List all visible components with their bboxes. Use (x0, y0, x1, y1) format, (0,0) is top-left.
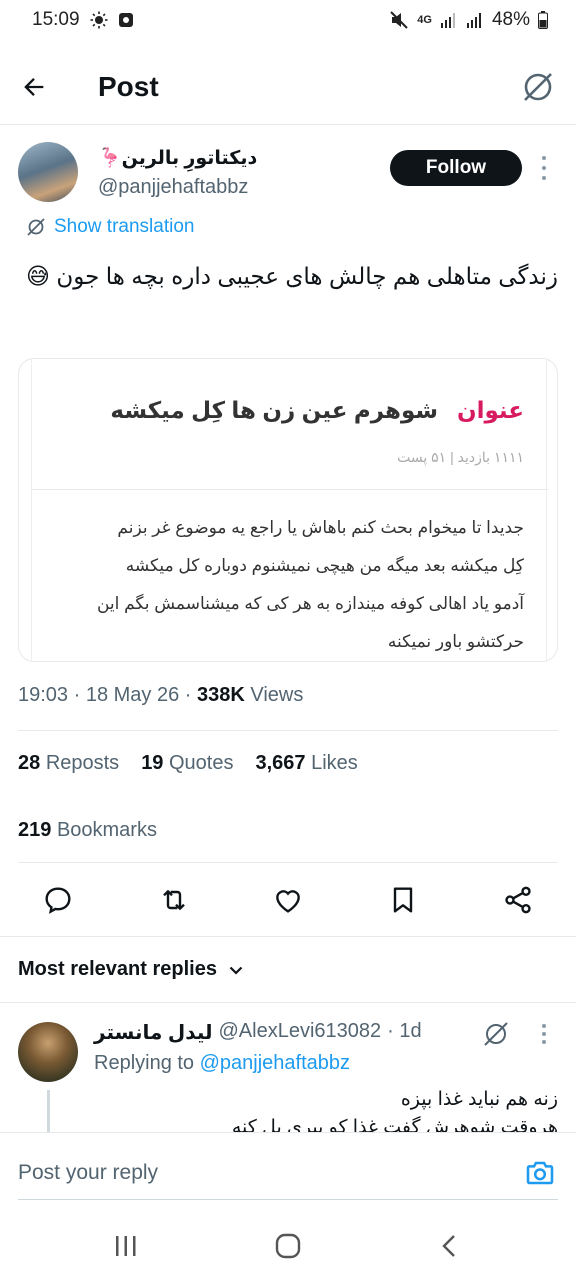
signal-icon (440, 13, 455, 28)
quote-body-line: حرکتشو باور نمیکنه (387, 632, 524, 651)
reply-header: لیدل مانستر @AlexLevi613082 · 1d (94, 1020, 422, 1045)
reply-composer[interactable]: Post your reply (0, 1132, 576, 1212)
status-bar: 15:09 4G 48% (0, 0, 576, 40)
post-author: دیکتاتورِ بالرین🦩 @panjjehaftabbz Follow (18, 142, 558, 212)
more-vertical-icon[interactable] (536, 156, 552, 180)
show-translation-label: Show translation (54, 216, 195, 237)
views-label: Views (244, 684, 304, 706)
signal-icon-2 (466, 13, 481, 28)
app-header: Post (0, 52, 576, 122)
bookmarks-count: 219 (18, 819, 52, 841)
timestamp-text: 19:03 · 18 May 26 · (18, 684, 197, 706)
reply-item[interactable]: لیدل مانستر @AlexLevi613082 · 1d Replyin… (18, 1018, 558, 1150)
stats-divider (18, 730, 558, 731)
likes-count: 3,667 (255, 752, 306, 774)
engagement-stats: 28 Reposts 19 Quotes 3,667 Likes (18, 752, 358, 775)
replies-divider (0, 1002, 576, 1003)
mute-icon (390, 11, 408, 29)
post-text: زندگی متاهلی هم چالش های عجیبی داره بچه … (25, 263, 558, 289)
home-icon[interactable] (268, 1230, 308, 1262)
post-image[interactable]: عنوان شوهرم عین زن ها کِل میکشه ۱۱۱۱ باز… (18, 358, 558, 662)
quote-title: شوهرم عین زن ها کِل میکشه (110, 397, 438, 423)
reposts-label: Reposts (45, 752, 120, 774)
post-timestamp: 19:03 · 18 May 26 · 338K Views (18, 684, 303, 707)
quote-body-line: کِل میکشه بعد میگه من هیچی نمیشنوم دوبار… (125, 556, 524, 575)
quotes-stat[interactable]: 19 Quotes (141, 752, 233, 775)
reposts-count: 28 (18, 752, 41, 774)
avatar[interactable] (18, 1022, 78, 1082)
recent-apps-icon[interactable] (106, 1230, 146, 1262)
page-title: Post (98, 71, 159, 102)
more-vertical-icon[interactable] (536, 1024, 552, 1044)
quote-divider (32, 489, 548, 490)
quote-body-line: جدیدا تا میخوام بحث کنم باهاش یا راجع یه… (117, 518, 524, 537)
grok-icon (27, 218, 45, 236)
quote-meta: ۱۱۱۱ بازدید | ۵۱ پست (397, 449, 524, 465)
action-bar (0, 878, 576, 922)
battery-percent: 48% (491, 9, 530, 30)
avatar[interactable] (18, 142, 78, 202)
actions-top-divider (18, 862, 558, 863)
quote-body-line: آدمو یاد اهالی کوفه میندازه به هر کی که … (96, 594, 524, 613)
replying-handle[interactable]: @panjjehaftabbz (200, 1052, 350, 1074)
bookmark-icon[interactable] (387, 884, 419, 916)
quote-body: جدیدا تا میخوام بحث کنم باهاش یا راجع یه… (44, 509, 524, 661)
views-count: 338K (196, 684, 245, 706)
reply-age: · 1d (387, 1020, 422, 1042)
status-time: 15:09 (32, 9, 80, 30)
bookmarks-stats: 219 Bookmarks (18, 819, 157, 842)
grok-icon[interactable] (482, 1020, 510, 1048)
reply-icon[interactable] (42, 884, 74, 916)
arrow-left-icon[interactable] (20, 73, 48, 101)
replies-sort-label: Most relevant replies (18, 958, 217, 980)
actions-bottom-divider (0, 936, 576, 937)
camera-icon[interactable] (524, 1157, 556, 1189)
brightness-icon (90, 11, 108, 29)
reply-input[interactable]: Post your reply (18, 1161, 158, 1185)
bookmarks-stat[interactable]: 219 Bookmarks (18, 819, 157, 842)
grok-icon[interactable] (520, 69, 556, 105)
reply-author-name[interactable]: لیدل مانستر (94, 1020, 213, 1045)
screenshot-icon (118, 13, 133, 27)
follow-button[interactable]: Follow (390, 150, 522, 186)
quote-inner: عنوان شوهرم عین زن ها کِل میکشه ۱۱۱۱ باز… (31, 359, 548, 661)
share-icon[interactable] (502, 884, 534, 916)
author-name[interactable]: دیکتاتورِ بالرین🦩 (98, 146, 257, 170)
reposts-stat[interactable]: 28 Reposts (18, 752, 119, 775)
likes-stat[interactable]: 3,667 Likes (255, 752, 357, 775)
reply-author-handle[interactable]: @AlexLevi613082 (219, 1020, 382, 1045)
show-translation-link[interactable]: Show translation (26, 216, 194, 238)
quotes-count: 19 (141, 752, 164, 774)
network-type: 4G (417, 13, 432, 26)
replies-sort[interactable]: Most relevant replies (18, 958, 245, 981)
reply-text-line: زنه هم نباید غذا بپزه (400, 1089, 558, 1110)
repost-icon[interactable] (158, 884, 190, 916)
composer-underline (18, 1199, 558, 1200)
quotes-label: Quotes (169, 752, 234, 774)
likes-label: Likes (311, 752, 358, 774)
replying-prefix: Replying to (94, 1052, 200, 1074)
battery-icon (538, 11, 548, 29)
header-divider (0, 124, 576, 125)
heart-icon[interactable] (272, 884, 304, 916)
back-nav-icon[interactable] (430, 1230, 470, 1262)
system-nav-bar (0, 1212, 576, 1280)
bookmarks-label: Bookmarks (56, 819, 157, 841)
chevron-down-icon (229, 966, 243, 975)
quote-label: عنوان (456, 397, 524, 423)
author-handle[interactable]: @panjjehaftabbz (98, 176, 248, 199)
replying-to: Replying to @panjjehaftabbz (94, 1052, 350, 1075)
